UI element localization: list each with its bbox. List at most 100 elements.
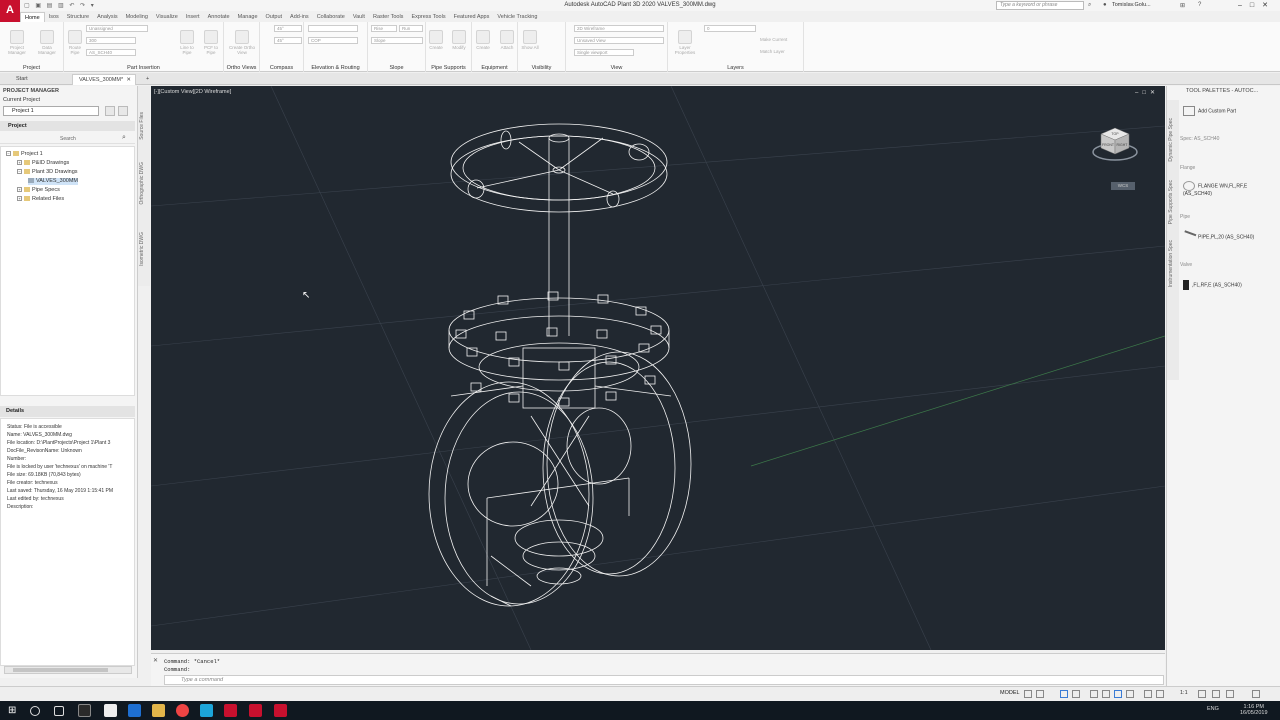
line-to-pipe-button[interactable]: Line to Pipe <box>176 30 198 55</box>
tab-source-files[interactable]: Source Files <box>139 112 145 140</box>
ribbon-tab-structure[interactable]: Structure <box>63 12 93 22</box>
details-section-header[interactable]: Details <box>0 406 135 417</box>
autocad-icon-1[interactable] <box>224 704 237 717</box>
viewcube[interactable]: TOP FRONT RIGHT <box>1091 122 1139 170</box>
visual-style-combo[interactable]: 2D Wireframe <box>574 25 664 32</box>
ribbon-tab-output[interactable]: Output <box>262 12 287 22</box>
ribbon-tab-express-tools[interactable]: Express Tools <box>407 12 449 22</box>
data-manager-button[interactable]: Data Manager <box>34 30 60 55</box>
print-icon[interactable] <box>105 106 115 116</box>
tree-item-valves-300mm[interactable]: VALVES_300MM <box>28 178 78 185</box>
layer-properties-button[interactable]: Layer Properties <box>670 30 700 55</box>
annotation-visibility-icon[interactable] <box>1144 690 1152 698</box>
cortana-icon[interactable] <box>30 706 40 716</box>
chrome-icon[interactable] <box>176 704 189 717</box>
tree-item-related-files[interactable]: + Related Files <box>17 196 64 203</box>
annotation-scale[interactable]: 1:1 <box>1180 690 1188 696</box>
auto-scale-icon[interactable] <box>1156 690 1164 698</box>
help-search-input[interactable]: Type a keyword or phrase <box>996 1 1084 10</box>
angle-combo-2[interactable]: 45° <box>274 37 302 44</box>
layer-combo[interactable]: 0 <box>704 25 756 32</box>
ribbon-tab-insert[interactable]: Insert <box>182 12 204 22</box>
palette-item-valve[interactable]: ,FL,RF,E (AS_SCH40) <box>1183 280 1242 290</box>
search-icon[interactable]: ⌕ <box>122 134 126 142</box>
project-search-input[interactable]: Search <box>0 134 135 144</box>
scrollbar-thumb[interactable] <box>13 668 108 672</box>
autocad-icon-3[interactable] <box>274 704 287 717</box>
windows-start-icon[interactable]: ⊞ <box>8 704 21 717</box>
project-settings-icon[interactable] <box>118 106 128 116</box>
user-icon[interactable]: ● <box>1103 2 1107 8</box>
ribbon-tab-vault[interactable]: Vault <box>349 12 369 22</box>
spec-combo[interactable]: Unassigned <box>86 25 148 32</box>
equipment-create-button[interactable]: Create <box>472 30 494 50</box>
polar-icon[interactable] <box>1072 690 1080 698</box>
command-input[interactable]: Type a command <box>164 675 1164 685</box>
window-controls[interactable]: –□✕ <box>1238 1 1276 9</box>
group-label-compass[interactable]: Compass <box>260 65 303 71</box>
close-tab-icon[interactable]: ✕ <box>126 75 131 85</box>
project-section-header[interactable]: Project <box>0 121 135 131</box>
group-label-elevation-routing[interactable]: Elevation & Routing <box>304 65 367 71</box>
tab-instrumentation-spec[interactable]: Instrumentation Spec <box>1168 240 1174 287</box>
tree-item-plant-3d-drawings[interactable]: − Plant 3D Drawings <box>17 169 78 176</box>
match-layer-button[interactable]: Match Layer <box>760 49 800 54</box>
osnap-tracking-icon[interactable] <box>1102 690 1110 698</box>
snap-icon[interactable] <box>1036 690 1044 698</box>
task-view-icon[interactable] <box>54 706 64 716</box>
skype-icon[interactable] <box>200 704 213 717</box>
ribbon-tab-manage[interactable]: Manage <box>234 12 262 22</box>
grid-icon[interactable] <box>1024 690 1032 698</box>
tree-item-pipe-specs[interactable]: + Pipe Specs <box>17 187 60 194</box>
valve-model-drawing[interactable] <box>151 86 1165 650</box>
slope-input[interactable]: Slope <box>371 37 423 44</box>
file-explorer-icon[interactable] <box>152 704 165 717</box>
ribbon-tab-collaborate[interactable]: Collaborate <box>313 12 349 22</box>
ribbon-tab-vehicle-tracking[interactable]: Vehicle Tracking <box>493 12 541 22</box>
ribbon-tab-isos[interactable]: Isos <box>45 12 63 22</box>
ribbon-tab-home[interactable]: Home <box>20 12 45 22</box>
app-icon-1[interactable] <box>78 704 91 717</box>
model-space-button[interactable]: MODEL <box>1000 690 1020 696</box>
route-pipe-button[interactable]: Route Pipe <box>66 30 84 55</box>
tab-dynamic-pipe-spec[interactable]: Dynamic Pipe Spec <box>1168 118 1174 162</box>
viewports-combo[interactable]: Single viewport <box>574 49 634 56</box>
help-icon[interactable]: ? <box>1198 2 1201 8</box>
group-label-layers[interactable]: Layers <box>668 65 803 71</box>
palette-item-pipe[interactable]: PIPE,PL,20 (AS_SCH40) <box>1181 230 1254 244</box>
viewport-window-controls[interactable]: –□✕ <box>1135 89 1159 96</box>
project-manager-button[interactable]: Project Manager <box>4 30 30 55</box>
file-tab-valves[interactable]: VALVES_300MM* ✕ <box>72 74 136 85</box>
search-icon[interactable]: ⌕ <box>1088 2 1091 9</box>
collapse-icon[interactable]: − <box>17 169 22 175</box>
new-tab-button[interactable]: + <box>140 74 155 85</box>
tree-item-pid-drawings[interactable]: + P&ID Drawings <box>17 160 69 167</box>
ribbon-tab-add-ins[interactable]: Add-ins <box>286 12 313 22</box>
tab-isometric-dwg[interactable]: Isometric DWG <box>139 232 145 266</box>
annotation-monitor-icon[interactable] <box>1212 690 1220 698</box>
command-line-close-icon[interactable]: ✕ <box>153 657 158 664</box>
outlook-icon[interactable] <box>128 704 141 717</box>
workspace-gear-icon[interactable] <box>1198 690 1206 698</box>
details-horizontal-scrollbar[interactable] <box>4 666 132 674</box>
palette-item-flange[interactable]: FLANGE WN,FL,RF,E (AS_SCH40) <box>1183 181 1263 197</box>
pcf-to-pipe-button[interactable]: PCF to Pipe <box>200 30 222 55</box>
tab-orthographic-dwg[interactable]: Orthographic DWG <box>139 162 145 205</box>
current-project-select[interactable]: Project 1 <box>3 106 99 116</box>
taskbar-clock[interactable]: 1:16 PM 16/05/2019 <box>1240 704 1268 716</box>
wcs-menu[interactable]: WCS <box>1111 182 1135 190</box>
create-ortho-view-button[interactable]: Create Ortho View <box>227 30 257 55</box>
size-combo[interactable]: 300 <box>86 37 136 44</box>
expand-icon[interactable]: + <box>17 196 22 202</box>
input-language[interactable]: ENG <box>1207 706 1219 712</box>
tab-pipe-supports-spec[interactable]: Pipe Supports Spec <box>1168 180 1174 224</box>
collapse-icon[interactable]: − <box>6 151 11 157</box>
isodraft-icon[interactable] <box>1090 690 1098 698</box>
user-account[interactable]: Tomislav.Golu... <box>1112 2 1151 8</box>
ribbon-tab-modeling[interactable]: Modeling <box>122 12 152 22</box>
pipe-spec-combo[interactable]: AS_SCH40 <box>86 49 136 56</box>
elevation-input[interactable] <box>308 25 358 32</box>
customization-icon[interactable] <box>1252 690 1260 698</box>
osnap-icon[interactable] <box>1114 690 1122 698</box>
tree-item-project-1[interactable]: − Project 1 <box>6 151 43 158</box>
